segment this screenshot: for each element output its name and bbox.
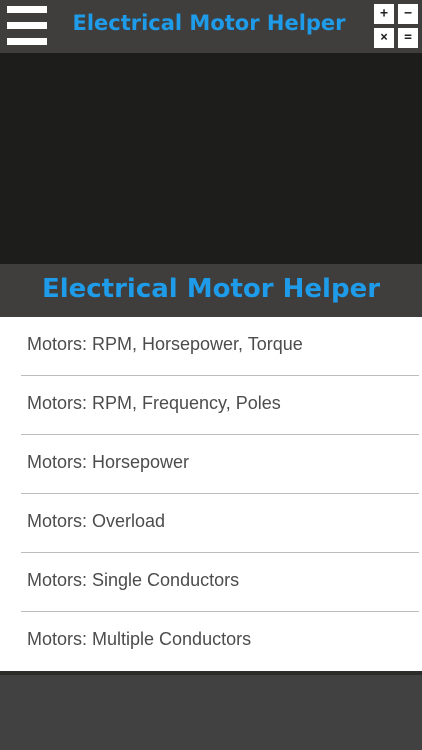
- hamburger-line: [7, 38, 47, 45]
- minus-symbol: −: [398, 4, 418, 24]
- top-bar: Electrical Motor Helper + − × =: [0, 0, 422, 53]
- hamburger-menu-icon[interactable]: [7, 6, 47, 46]
- menu-item-rpm-horsepower-torque[interactable]: Motors: RPM, Horsepower, Torque: [0, 317, 422, 376]
- menu-item-multiple-conductors[interactable]: Motors: Multiple Conductors: [0, 612, 422, 671]
- hamburger-line: [7, 22, 47, 29]
- menu-item-horsepower[interactable]: Motors: Horsepower: [0, 435, 422, 494]
- calculator-icon[interactable]: + − × =: [374, 4, 418, 48]
- menu-list: Motors: RPM, Horsepower, Torque Motors: …: [0, 317, 422, 671]
- plus-symbol: +: [374, 4, 394, 24]
- footer-area: [0, 675, 422, 750]
- heading-bar: Electrical Motor Helper: [0, 264, 422, 317]
- app-title: Electrical Motor Helper: [72, 11, 346, 35]
- menu-item-single-conductors[interactable]: Motors: Single Conductors: [0, 553, 422, 612]
- menu-item-label: Motors: Multiple Conductors: [27, 629, 252, 649]
- menu-item-label: Motors: RPM, Frequency, Poles: [27, 393, 281, 413]
- menu-item-label: Motors: Single Conductors: [27, 570, 240, 590]
- menu-item-rpm-frequency-poles[interactable]: Motors: RPM, Frequency, Poles: [0, 376, 422, 435]
- page-heading: Electrical Motor Helper: [41, 274, 381, 304]
- menu-item-overload[interactable]: Motors: Overload: [0, 494, 422, 553]
- equals-symbol: =: [398, 28, 418, 48]
- menu-item-label: Motors: Horsepower: [27, 452, 190, 472]
- banner-area: [0, 53, 422, 264]
- menu-item-label: Motors: Overload: [27, 511, 166, 531]
- multiply-symbol: ×: [374, 28, 394, 48]
- hamburger-line: [7, 6, 47, 13]
- menu-item-label: Motors: RPM, Horsepower, Torque: [27, 334, 303, 354]
